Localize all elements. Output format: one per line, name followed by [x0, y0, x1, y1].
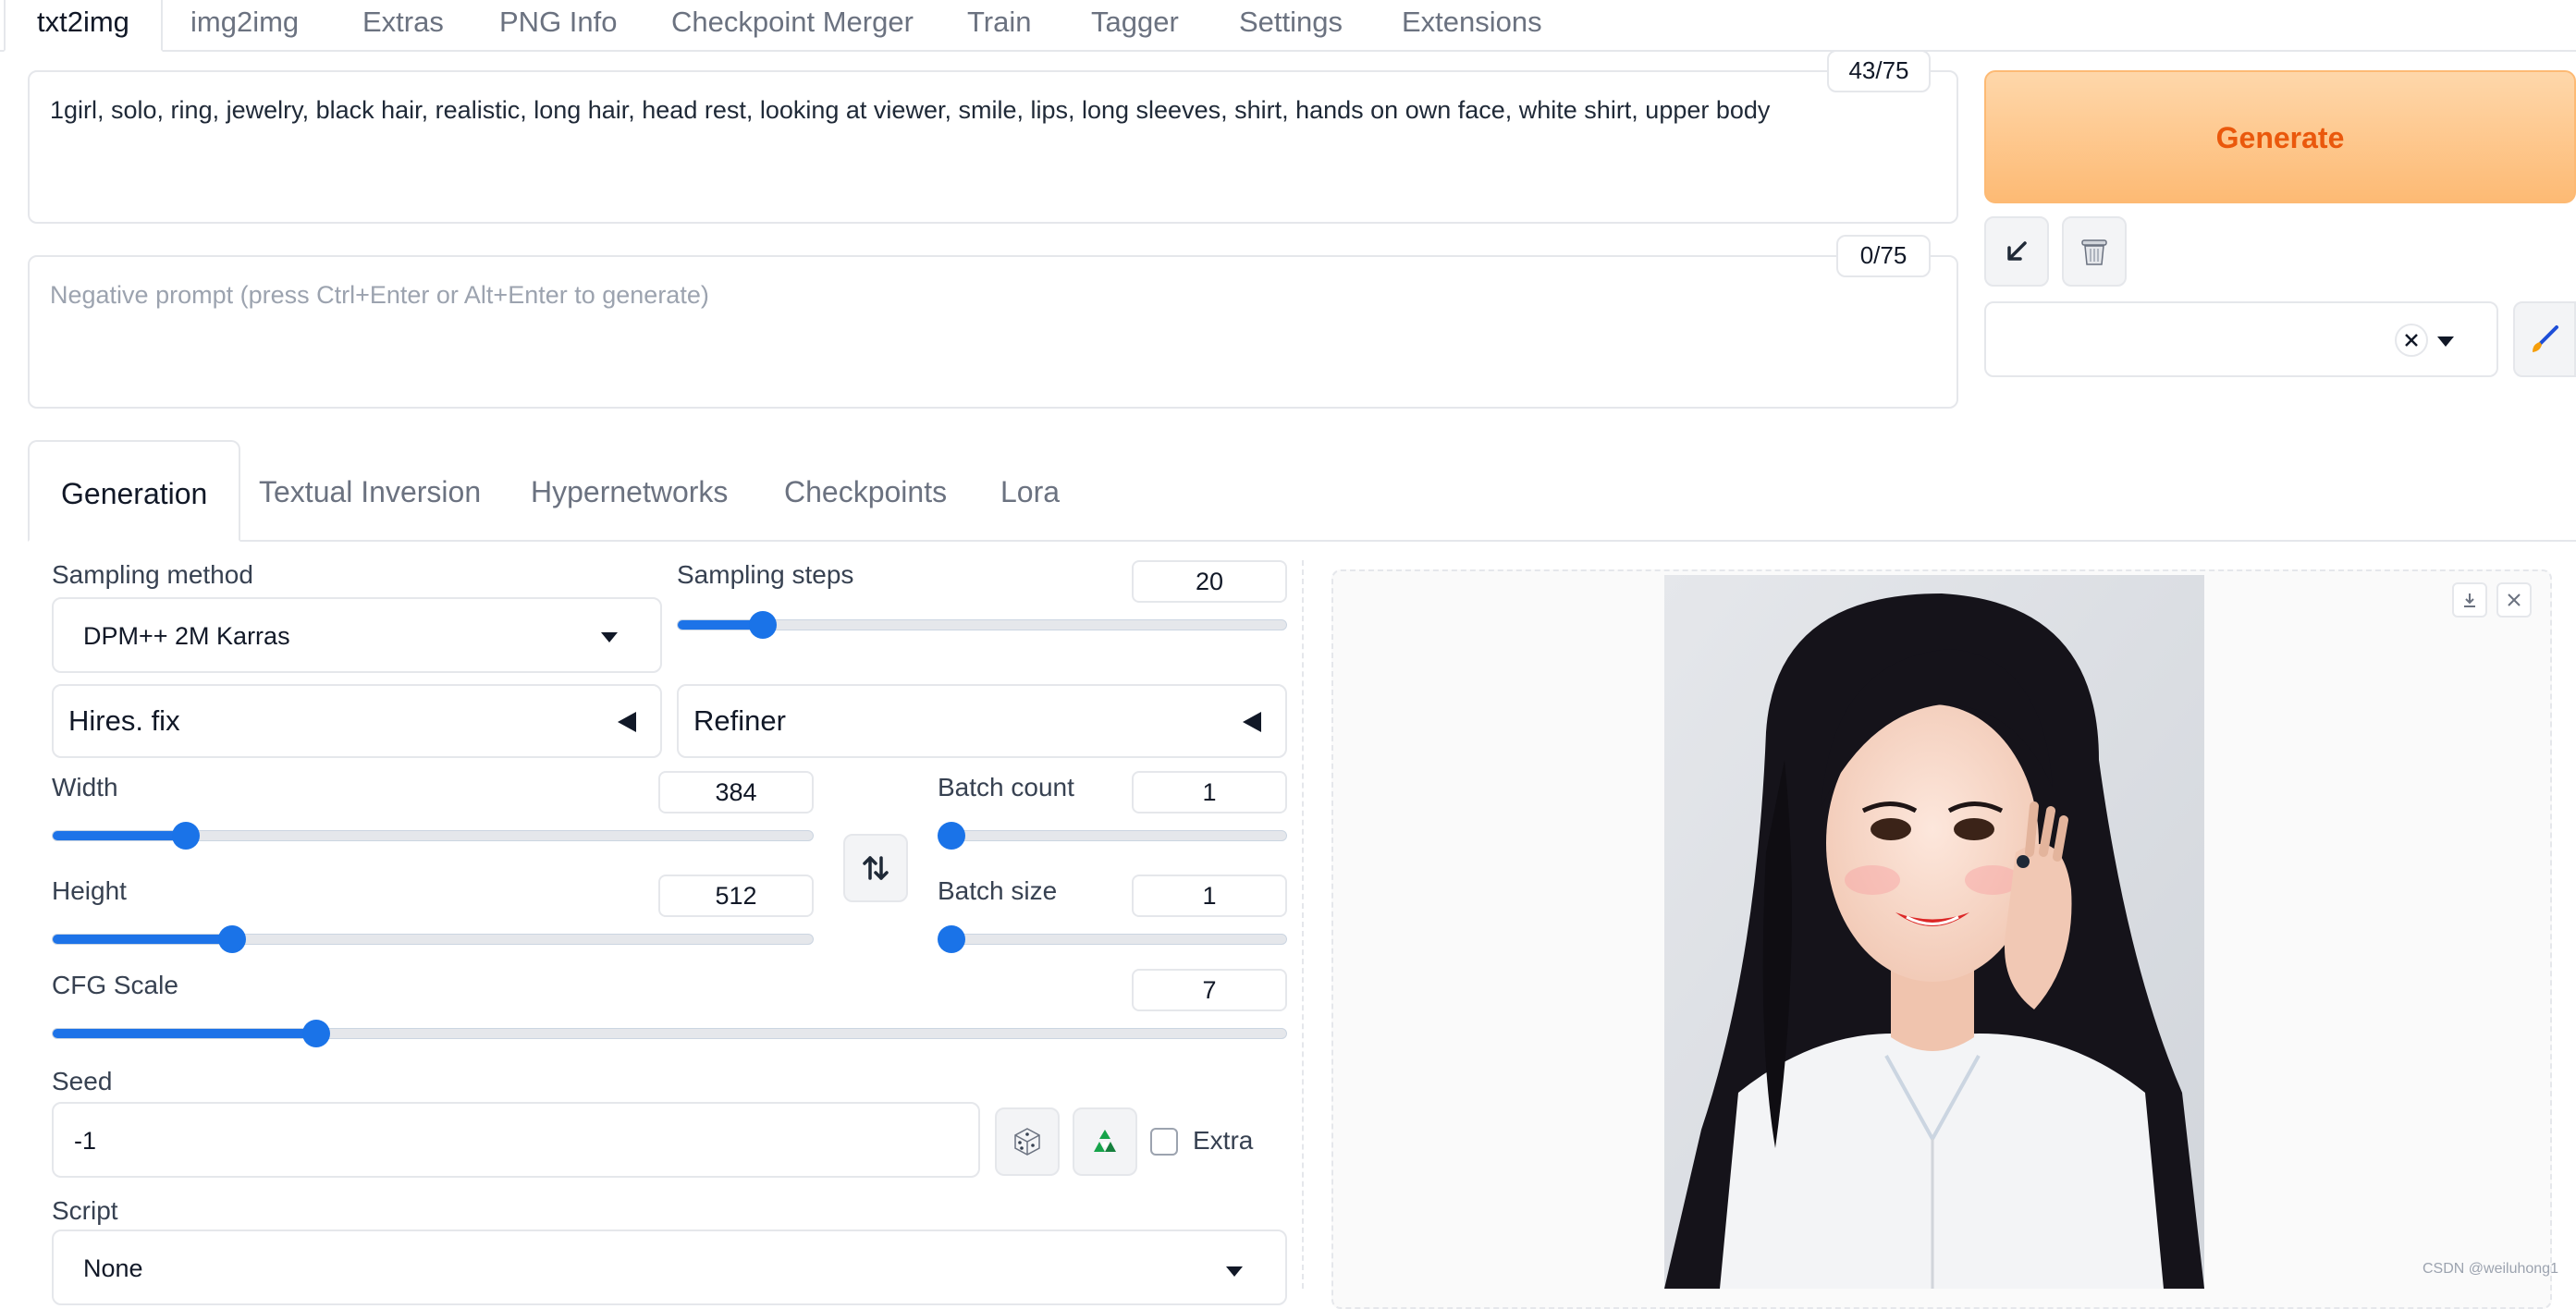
- height-label: Height: [52, 876, 127, 905]
- cfg-scale-slider[interactable]: [52, 1020, 1287, 1047]
- slider-thumb[interactable]: [302, 1020, 331, 1047]
- tab-tagger[interactable]: Tagger: [1060, 0, 1210, 50]
- download-icon[interactable]: [2452, 582, 2487, 618]
- watermark: CSDN @weiluhong1: [2423, 1261, 2558, 1277]
- tab-checkpoint-merger[interactable]: Checkpoint Merger: [640, 0, 945, 50]
- generated-image[interactable]: [1664, 575, 2204, 1289]
- swap-dimensions-button[interactable]: [843, 834, 908, 902]
- seed-value: -1: [74, 1127, 97, 1155]
- batch-count-input[interactable]: 1: [1132, 771, 1287, 814]
- tab-generation[interactable]: Generation: [28, 440, 241, 542]
- apply-style-button[interactable]: [2513, 301, 2576, 377]
- clear-x-icon[interactable]: [2395, 324, 2428, 357]
- collapse-arrow-icon: [618, 712, 636, 732]
- batch-size-slider[interactable]: [938, 925, 1287, 953]
- seed-input[interactable]: -1: [52, 1102, 980, 1178]
- swap-icon: [863, 856, 889, 880]
- tab-txt2img[interactable]: txt2img: [4, 0, 163, 52]
- sampling-steps-label: Sampling steps: [677, 560, 854, 589]
- prompt-token-counter: 43/75: [1827, 50, 1931, 92]
- slider-fill: [53, 1029, 317, 1038]
- sampling-method-select[interactable]: DPM++ 2M Karras: [52, 597, 662, 673]
- script-label: Script: [52, 1196, 118, 1225]
- slider-thumb[interactable]: [938, 925, 965, 953]
- tab-lora[interactable]: Lora: [969, 440, 1091, 540]
- styles-dropdown[interactable]: [1984, 301, 2498, 377]
- negative-prompt-placeholder: Negative prompt (press Ctrl+Enter or Alt…: [50, 281, 709, 309]
- sampling-method-value: DPM++ 2M Karras: [83, 622, 290, 650]
- width-label: Width: [52, 773, 118, 801]
- slider-thumb[interactable]: [217, 925, 246, 953]
- paste-arrow-icon: [2007, 241, 2027, 261]
- batch-count-slider[interactable]: [938, 822, 1287, 850]
- slider-fill: [53, 935, 232, 944]
- height-input[interactable]: 512: [658, 875, 814, 917]
- tab-train[interactable]: Train: [936, 0, 1062, 50]
- extra-seed-checkbox[interactable]: [1150, 1128, 1178, 1156]
- hires-fix-accordion[interactable]: Hires. fix: [52, 684, 662, 758]
- generate-button[interactable]: Generate: [1984, 70, 2576, 203]
- sampling-method-label: Sampling method: [52, 560, 253, 589]
- close-icon[interactable]: [2496, 582, 2532, 618]
- slider-thumb[interactable]: [171, 822, 200, 850]
- brush-icon: [2533, 325, 2558, 352]
- tab-extensions[interactable]: Extensions: [1370, 0, 1574, 50]
- batch-count-label: Batch count: [938, 773, 1074, 801]
- random-seed-button[interactable]: [995, 1107, 1060, 1176]
- script-select[interactable]: None: [52, 1229, 1287, 1305]
- extra-label: Extra: [1193, 1126, 1254, 1155]
- chevron-down-icon: [601, 632, 618, 642]
- clear-prompt-button[interactable]: [2062, 216, 2127, 287]
- trash-icon: [2081, 239, 2107, 265]
- refiner-accordion[interactable]: Refiner: [677, 684, 1287, 758]
- negative-prompt-input[interactable]: Negative prompt (press Ctrl+Enter or Alt…: [28, 255, 1958, 409]
- tab-textual-inversion[interactable]: Textual Inversion: [227, 440, 512, 540]
- slider-thumb[interactable]: [938, 822, 965, 850]
- reuse-seed-button[interactable]: [1073, 1107, 1137, 1176]
- width-input[interactable]: 384: [658, 771, 814, 814]
- tab-png-info[interactable]: PNG Info: [468, 0, 649, 50]
- prompt-input[interactable]: 1girl, solo, ring, jewelry, black hair, …: [28, 70, 1958, 224]
- sub-tab-divider: [28, 540, 2576, 542]
- tab-img2img[interactable]: img2img: [159, 0, 330, 50]
- tab-hypernetworks[interactable]: Hypernetworks: [499, 440, 759, 540]
- script-value: None: [83, 1254, 143, 1282]
- sampling-steps-input[interactable]: 20: [1132, 560, 1287, 603]
- dropdown-caret-icon: [2437, 336, 2454, 347]
- top-tab-bar: txt2img img2img Extras PNG Info Checkpoi…: [0, 0, 2576, 52]
- seed-label: Seed: [52, 1067, 113, 1095]
- slider-fill: [53, 831, 186, 840]
- hires-fix-label: Hires. fix: [68, 704, 180, 737]
- prompt-text: 1girl, solo, ring, jewelry, black hair, …: [50, 96, 1771, 124]
- sampling-steps-slider[interactable]: [677, 611, 1287, 639]
- width-slider[interactable]: [52, 822, 814, 850]
- tab-checkpoints[interactable]: Checkpoints: [753, 440, 978, 540]
- cfg-scale-label: CFG Scale: [52, 971, 178, 999]
- recycle-icon: [1094, 1130, 1116, 1152]
- tab-settings[interactable]: Settings: [1208, 0, 1374, 50]
- collapse-arrow-icon: [1243, 712, 1261, 732]
- slider-thumb[interactable]: [749, 611, 778, 639]
- panel-divider: [1302, 560, 1304, 1289]
- dice-icon: [1014, 1128, 1040, 1156]
- batch-size-label: Batch size: [938, 876, 1058, 905]
- refiner-label: Refiner: [693, 704, 786, 737]
- cfg-scale-input[interactable]: 7: [1132, 969, 1287, 1011]
- tab-extras[interactable]: Extras: [331, 0, 475, 50]
- height-slider[interactable]: [52, 925, 814, 953]
- chevron-down-icon: [1226, 1266, 1243, 1277]
- paste-prompt-button[interactable]: [1984, 216, 2049, 287]
- negative-token-counter: 0/75: [1836, 235, 1931, 277]
- batch-size-input[interactable]: 1: [1132, 875, 1287, 917]
